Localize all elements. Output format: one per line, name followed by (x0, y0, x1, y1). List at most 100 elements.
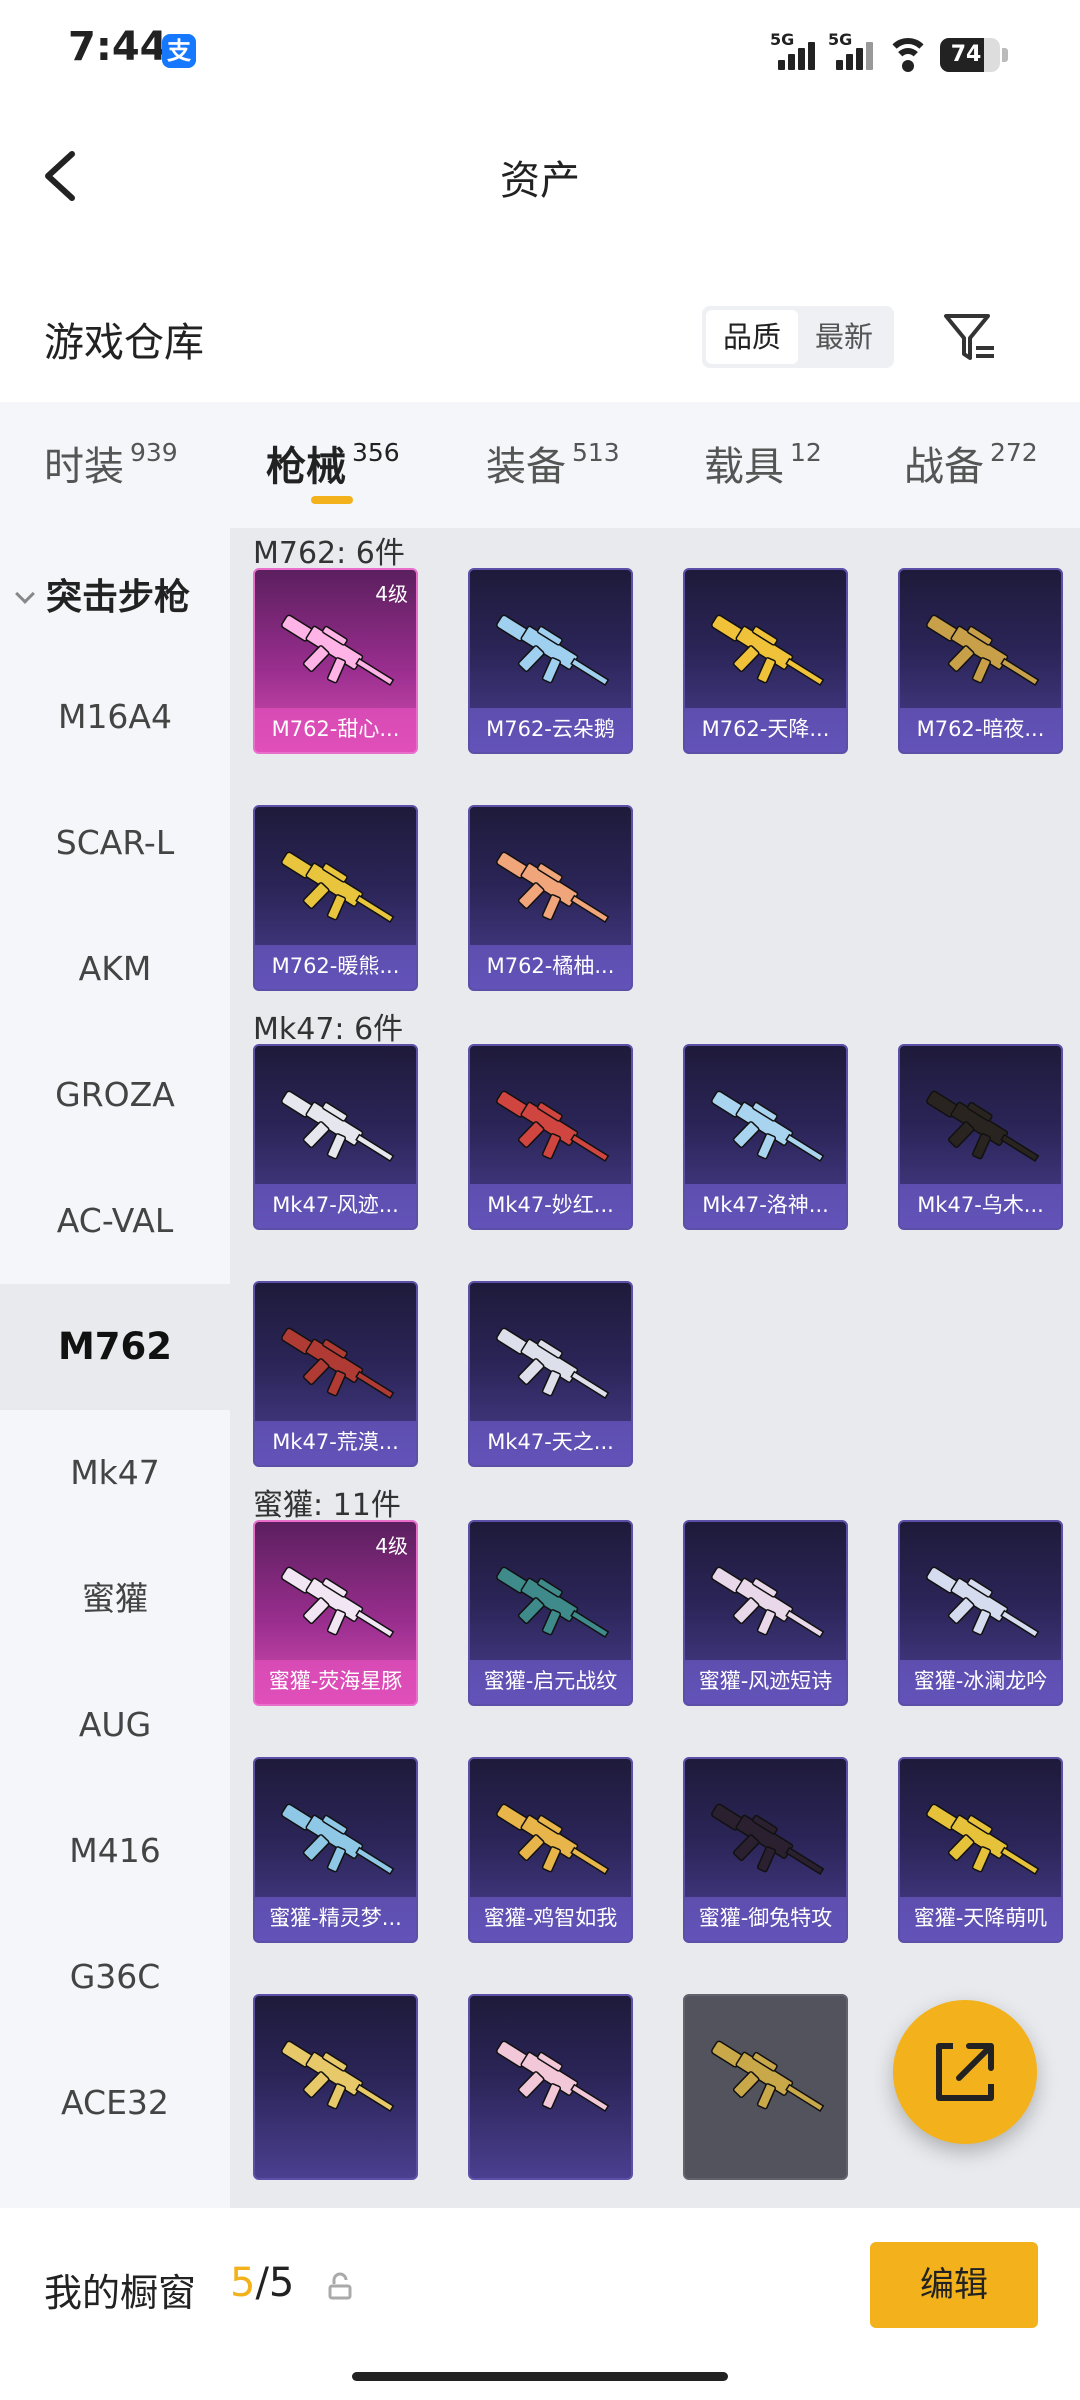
gun-skin-icon (281, 851, 395, 924)
sidebar-item-m16a4[interactable]: M16A4 (0, 654, 230, 780)
gun-skin-icon (496, 1566, 610, 1639)
skin-card[interactable]: 蜜獾-精灵梦... (253, 1757, 418, 1943)
skin-card[interactable]: M762-云朵鹅 (468, 568, 633, 754)
group-title: M762: 6件 (253, 536, 405, 571)
skin-name: Mk47-风迹... (255, 1184, 416, 1228)
level-badge: 4级 (375, 1534, 408, 1558)
tab-guns[interactable]: 枪械 356 (266, 434, 400, 492)
skin-card[interactable] (468, 1994, 633, 2180)
skin-name: 蜜獾-荧海星豚 (255, 1660, 416, 1704)
gun-skin-icon (711, 614, 825, 687)
sidebar-item-ace32[interactable]: ACE32 (0, 2040, 230, 2166)
sidebar-item-groza[interactable]: GROZA (0, 1032, 230, 1158)
skin-card[interactable]: Mk47-荒漠... (253, 1281, 418, 1467)
sidebar-item-akm[interactable]: AKM (0, 906, 230, 1032)
skin-name: M762-橘柚... (470, 945, 631, 989)
status-indicators: 5G 5G 74 (770, 28, 1008, 72)
tab-fashion[interactable]: 时装 939 (44, 434, 178, 492)
gun-skin-icon (711, 1803, 825, 1876)
sidebar-item-aug[interactable]: AUG (0, 1662, 230, 1788)
skin-name: M762-云朵鹅 (470, 708, 631, 752)
skin-name: 蜜獾-精灵梦... (255, 1897, 416, 1941)
tab-count: 356 (352, 438, 400, 467)
signal-icon: 5G (770, 30, 818, 72)
tab-label: 装备 (486, 444, 566, 490)
sidebar-item-mk47[interactable]: Mk47 (0, 1410, 230, 1536)
sort-quality-option[interactable]: 品质 (706, 310, 798, 364)
tab-count: 513 (572, 438, 620, 467)
skin-card[interactable] (253, 1994, 418, 2180)
sidebar-category[interactable]: 突击步枪 (15, 568, 191, 620)
skin-card[interactable]: Mk47-天之... (468, 1281, 633, 1467)
battery-icon: 74 (940, 38, 1000, 72)
tab-vehicles[interactable]: 载具 12 (704, 434, 822, 492)
skin-name: 蜜獾-启元战纹 (470, 1660, 631, 1704)
skin-card[interactable]: 4级蜜獾-荧海星豚 (253, 1520, 418, 1706)
sidebar-item-honey-badger[interactable]: 蜜獾 (0, 1536, 230, 1662)
skin-name: 蜜獾-冰澜龙吟 (900, 1660, 1061, 1704)
network-type-label: 5G (828, 30, 853, 49)
sidebar-item-scar-l[interactable]: SCAR-L (0, 780, 230, 906)
group-title: Mk47: 6件 (253, 1012, 404, 1047)
showcase-count: 5/5 (230, 2260, 294, 2306)
skin-name: M762-天降... (685, 708, 846, 752)
page-title: 资产 (500, 158, 580, 204)
skin-card[interactable]: M762-暖熊... (253, 805, 418, 991)
sidebar-category-label: 突击步枪 (46, 577, 191, 618)
skin-grid: M762: 6件 4级 M762-甜心... M762-云朵鹅 M762-天降... M7… (230, 528, 1080, 2208)
gun-skin-icon (281, 1090, 395, 1163)
skin-card[interactable]: M762-橘柚... (468, 805, 633, 991)
gun-skin-icon (711, 2040, 825, 2113)
category-tabs: 时装 939 枪械 356 装备 513 载具 12 战备 272 (0, 402, 1080, 528)
status-time: 7:44 (68, 24, 168, 70)
sidebar-item-m416[interactable]: M416 (0, 1788, 230, 1914)
sidebar-item-g36c[interactable]: G36C (0, 1914, 230, 2040)
gun-skin-icon (496, 1327, 610, 1400)
tab-count: 12 (790, 438, 822, 467)
home-indicator (352, 2372, 728, 2381)
gun-skin-icon (496, 614, 610, 687)
share-button[interactable] (893, 2000, 1037, 2144)
gun-skin-icon (711, 1566, 825, 1639)
wifi-icon (886, 38, 930, 72)
skin-card[interactable]: 蜜獾-风迹短诗 (683, 1520, 848, 1706)
sidebar-item-ac-val[interactable]: AC-VAL (0, 1158, 230, 1284)
status-bar: 7:44 支 5G 5G 74 (0, 0, 1080, 100)
skin-card[interactable]: M762-天降... (683, 568, 848, 754)
skin-card[interactable]: 蜜獾-御兔特攻 (683, 1757, 848, 1943)
skin-name: 蜜獾-天降萌叽 (900, 1897, 1061, 1941)
signal-icon: 5G (828, 30, 876, 72)
skin-card[interactable] (683, 1994, 848, 2180)
filter-icon[interactable] (940, 308, 1000, 368)
tab-supplies[interactable]: 战备 272 (904, 434, 1038, 492)
edit-button[interactable]: 编辑 (870, 2242, 1038, 2328)
skin-card[interactable]: Mk47-洛神... (683, 1044, 848, 1230)
tab-count: 939 (130, 438, 178, 467)
skin-card[interactable]: 蜜獾-启元战纹 (468, 1520, 633, 1706)
tab-equipment[interactable]: 装备 513 (486, 434, 620, 492)
skin-card[interactable]: Mk47-妙红... (468, 1044, 633, 1230)
gun-skin-icon (496, 851, 610, 924)
sort-newest-option[interactable]: 最新 (798, 310, 890, 364)
skin-name: 蜜獾-御兔特攻 (685, 1897, 846, 1941)
skin-card[interactable]: M762-暗夜... (898, 568, 1063, 754)
skin-card[interactable]: 蜜獾-冰澜龙吟 (898, 1520, 1063, 1706)
skin-name: M762-暗夜... (900, 708, 1061, 752)
chevron-down-icon (15, 584, 35, 604)
sort-toggle: 品质 最新 (702, 306, 894, 368)
skin-card[interactable]: 4级 M762-甜心... (253, 568, 418, 754)
skin-name: M762-暖熊... (255, 945, 416, 989)
sidebar-item-m762[interactable]: M762 (0, 1284, 230, 1410)
skin-card[interactable]: Mk47-乌木... (898, 1044, 1063, 1230)
skin-name: Mk47-荒漠... (255, 1421, 416, 1465)
tab-label: 时装 (44, 444, 124, 490)
group-title: 蜜獾: 11件 (253, 1488, 401, 1523)
section-title: 游戏仓库 (44, 320, 204, 366)
skin-card[interactable]: 蜜獾-天降萌叽 (898, 1757, 1063, 1943)
skin-card[interactable]: Mk47-风迹... (253, 1044, 418, 1230)
skin-card[interactable]: 蜜獾-鸡智如我 (468, 1757, 633, 1943)
weapon-sidebar: 突击步枪 M16A4 SCAR-L AKM GROZA AC-VAL M762 … (0, 528, 230, 2208)
skin-name: Mk47-天之... (470, 1421, 631, 1465)
skin-name: M762-甜心... (255, 708, 416, 752)
skin-name: Mk47-洛神... (685, 1184, 846, 1228)
